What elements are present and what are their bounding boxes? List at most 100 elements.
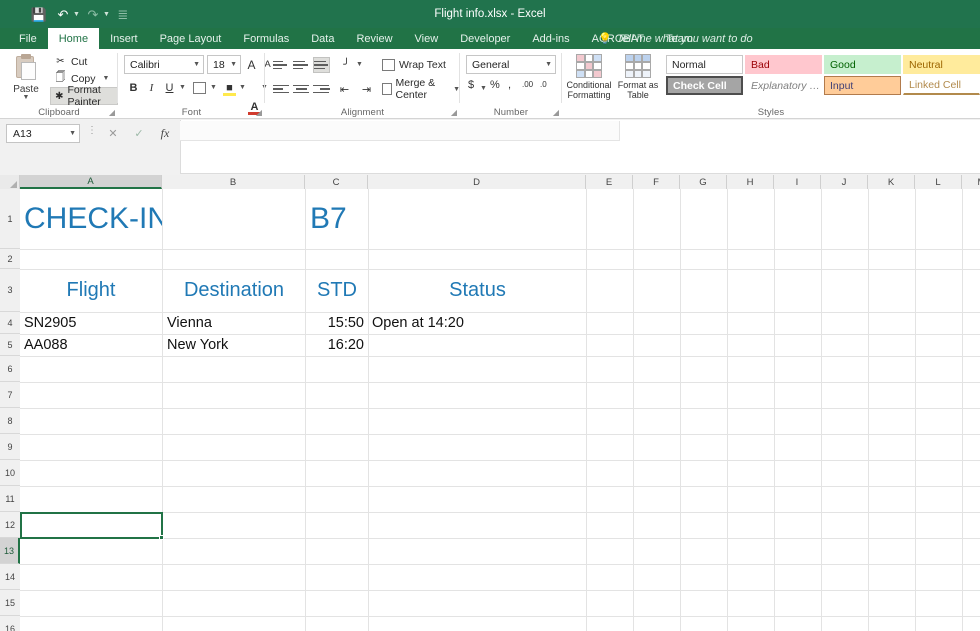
increase-indent-button[interactable]: ⇥ bbox=[357, 80, 376, 99]
column-header-D[interactable]: D bbox=[368, 175, 586, 189]
column-header-A[interactable]: A bbox=[20, 175, 162, 189]
paste-dropdown-icon[interactable]: ▼ bbox=[23, 94, 30, 101]
orientation-button[interactable]: ╯ bbox=[337, 55, 356, 74]
save-icon[interactable]: 💾 bbox=[28, 3, 50, 25]
format-painter-button[interactable]: ✱ Format Painter bbox=[50, 84, 118, 108]
cell-D4[interactable]: Open at 14:20 bbox=[372, 312, 586, 334]
column-header-G[interactable]: G bbox=[680, 175, 727, 189]
tab-insert[interactable]: Insert bbox=[99, 28, 149, 49]
cell-A3[interactable]: Flight bbox=[20, 269, 162, 312]
style-explanatory[interactable]: Explanatory … bbox=[745, 76, 822, 95]
column-header-L[interactable]: L bbox=[915, 175, 962, 189]
comma-button[interactable]: , bbox=[508, 79, 511, 91]
tab-page-layout[interactable]: Page Layout bbox=[149, 28, 233, 49]
style-good[interactable]: Good bbox=[824, 55, 901, 74]
fill-color-button[interactable]: ■ bbox=[220, 78, 239, 97]
cut-button[interactable]: ✂ Cut bbox=[50, 53, 91, 70]
name-box-dropdown-icon[interactable]: ▼ bbox=[69, 130, 76, 137]
column-header-M[interactable]: M bbox=[962, 175, 980, 189]
decrease-decimal-button[interactable]: .0 bbox=[540, 80, 547, 89]
tab-view[interactable]: View bbox=[404, 28, 450, 49]
row-header-12[interactable]: 12 bbox=[0, 512, 20, 538]
align-bottom-button[interactable] bbox=[313, 57, 330, 73]
column-header-J[interactable]: J bbox=[821, 175, 868, 189]
row-header-10[interactable]: 10 bbox=[0, 460, 20, 486]
cell-B5[interactable]: New York bbox=[167, 334, 305, 356]
merge-center-button[interactable]: Merge & Center ▼ bbox=[382, 77, 460, 101]
cell-A1[interactable]: CHECK-IN bbox=[24, 189, 162, 249]
redo-dropdown-icon[interactable]: ▼ bbox=[103, 11, 110, 18]
column-header-E[interactable]: E bbox=[586, 175, 633, 189]
tab-formulas[interactable]: Formulas bbox=[232, 28, 300, 49]
redo-icon[interactable]: ↷ bbox=[82, 3, 104, 25]
fill-handle[interactable] bbox=[159, 535, 164, 540]
cancel-edit-icon[interactable]: ✕ bbox=[100, 124, 126, 143]
row-header-16[interactable]: 16 bbox=[0, 616, 20, 631]
style-normal[interactable]: Normal bbox=[666, 55, 743, 74]
row-header-8[interactable]: 8 bbox=[0, 408, 20, 434]
align-left-button[interactable] bbox=[273, 81, 290, 97]
conditional-formatting-button[interactable]: Conditional Formatting bbox=[566, 52, 612, 110]
paste-button[interactable]: Paste ▼ bbox=[6, 52, 46, 108]
align-middle-button[interactable] bbox=[293, 57, 310, 73]
column-header-B[interactable]: B bbox=[162, 175, 305, 189]
clipboard-dialog-launcher-icon[interactable]: ◢ bbox=[109, 108, 115, 117]
confirm-edit-icon[interactable]: ✓ bbox=[126, 124, 152, 143]
undo-dropdown-icon[interactable]: ▼ bbox=[73, 11, 80, 18]
copy-dropdown-icon[interactable]: ▼ bbox=[103, 75, 110, 82]
column-header-H[interactable]: H bbox=[727, 175, 774, 189]
row-header-14[interactable]: 14 bbox=[0, 564, 20, 590]
cell-C4[interactable]: 15:50 bbox=[306, 312, 364, 334]
row-header-2[interactable]: 2 bbox=[0, 249, 20, 269]
undo-icon[interactable]: ↶ bbox=[52, 3, 74, 25]
font-size-dropdown-icon[interactable]: ▼ bbox=[230, 61, 237, 68]
select-all-button[interactable] bbox=[0, 175, 20, 189]
row-header-9[interactable]: 9 bbox=[0, 434, 20, 460]
formula-bar-grip[interactable]: ⋮ bbox=[87, 125, 97, 136]
row-header-11[interactable]: 11 bbox=[0, 486, 20, 512]
italic-button[interactable]: I bbox=[142, 78, 161, 97]
font-dialog-launcher-icon[interactable]: ◢ bbox=[256, 108, 262, 117]
currency-dropdown-icon[interactable]: ▼ bbox=[480, 85, 487, 92]
cell-A4[interactable]: SN2905 bbox=[24, 312, 162, 334]
fill-color-dropdown-icon[interactable]: ▼ bbox=[239, 84, 246, 91]
cell-D3[interactable]: Status bbox=[369, 269, 586, 312]
cell-B3[interactable]: Destination bbox=[163, 269, 305, 312]
font-size-input[interactable]: 18 ▼ bbox=[207, 55, 241, 74]
font-name-input[interactable]: Calibri ▼ bbox=[124, 55, 204, 74]
currency-button[interactable]: $ bbox=[468, 79, 474, 91]
cell-C3[interactable]: STD bbox=[306, 269, 368, 312]
row-header-5[interactable]: 5 bbox=[0, 334, 20, 356]
column-header-K[interactable]: K bbox=[868, 175, 915, 189]
cell-C1[interactable]: B7 bbox=[310, 189, 368, 249]
cell-C5[interactable]: 16:20 bbox=[306, 334, 364, 356]
align-center-button[interactable] bbox=[293, 81, 310, 97]
underline-dropdown-icon[interactable]: ▼ bbox=[179, 84, 186, 91]
alignment-dialog-launcher-icon[interactable]: ◢ bbox=[451, 108, 457, 117]
number-dialog-launcher-icon[interactable]: ◢ bbox=[553, 108, 559, 117]
formula-input[interactable] bbox=[180, 121, 620, 141]
row-header-13[interactable]: 13 bbox=[0, 538, 20, 564]
borders-button[interactable] bbox=[190, 78, 209, 97]
cell-B4[interactable]: Vienna bbox=[167, 312, 305, 334]
format-as-table-button[interactable]: Format as Table bbox=[616, 52, 660, 110]
customize-qat-icon[interactable]: ≣ bbox=[112, 3, 134, 25]
align-right-button[interactable] bbox=[313, 81, 330, 97]
row-header-7[interactable]: 7 bbox=[0, 382, 20, 408]
style-linked-cell[interactable]: Linked Cell bbox=[903, 76, 980, 95]
column-header-I[interactable]: I bbox=[774, 175, 821, 189]
percent-button[interactable]: % bbox=[490, 79, 500, 91]
style-bad[interactable]: Bad bbox=[745, 55, 822, 74]
active-cell-selection[interactable] bbox=[20, 512, 163, 539]
font-name-dropdown-icon[interactable]: ▼ bbox=[193, 61, 200, 68]
style-input[interactable]: Input bbox=[824, 76, 901, 95]
row-header-4[interactable]: 4 bbox=[0, 312, 20, 334]
insert-function-icon[interactable]: fx bbox=[152, 124, 178, 143]
bold-button[interactable]: B bbox=[124, 78, 143, 97]
tab-add-ins[interactable]: Add-ins bbox=[521, 28, 580, 49]
cell-A5[interactable]: AA088 bbox=[24, 334, 162, 356]
underline-button[interactable]: U bbox=[160, 78, 179, 97]
orientation-dropdown-icon[interactable]: ▼ bbox=[356, 61, 363, 68]
column-header-C[interactable]: C bbox=[305, 175, 368, 189]
row-header-3[interactable]: 3 bbox=[0, 269, 20, 312]
